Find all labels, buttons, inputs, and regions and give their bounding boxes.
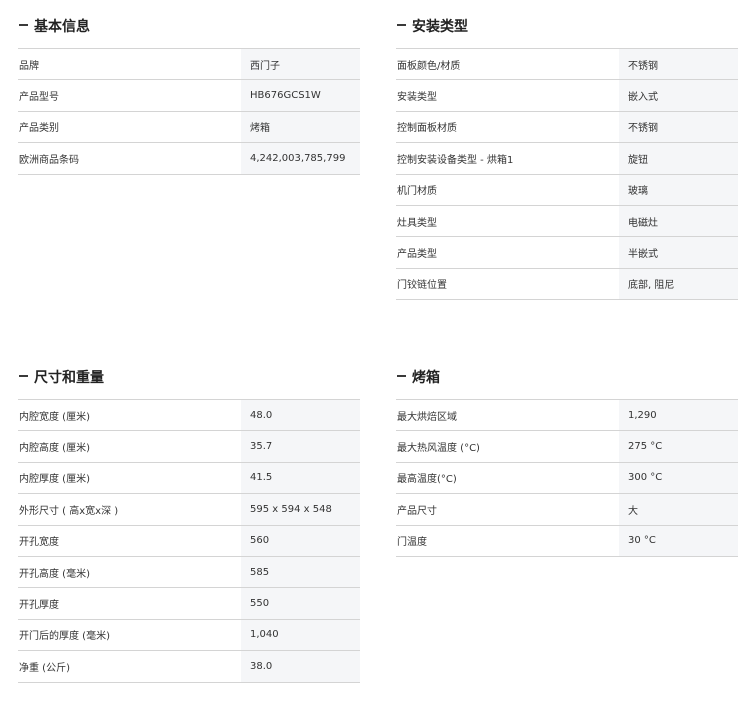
spec-label: 开门后的厚度 (毫米): [19, 631, 110, 643]
table-row: 门温度 30 °C: [396, 525, 738, 557]
spec-label: 机门材质: [397, 186, 437, 198]
installation-section: 安装类型 面板颜色/材质 不锈钢 安装类型 嵌入式 控制面板材质 不锈钢 控制安…: [396, 2, 738, 301]
spec-value: 底部, 阻尼: [619, 268, 738, 300]
table-row: 开孔厚度 550: [18, 588, 360, 620]
spec-label: 面板颜色/材质: [397, 60, 461, 72]
spec-label: 内腔宽度 (厘米): [19, 411, 90, 423]
spec-value: 半嵌式: [619, 237, 738, 268]
section-header: 尺寸和重量: [18, 353, 360, 399]
section-header: 基本信息: [18, 2, 360, 48]
spec-value: 不锈钢: [619, 111, 738, 143]
spec-label: 开孔厚度: [19, 600, 59, 612]
dash-icon: [19, 375, 28, 377]
spec-table: 品牌 西门子 产品型号 HB676GCS1W 产品类别 烤箱 欧洲商品条码 4,…: [18, 48, 360, 175]
section-title: 尺寸和重量: [34, 370, 104, 386]
spec-value: 585: [241, 556, 360, 588]
section-title: 烤箱: [412, 370, 440, 386]
spec-table: 最大烘焙区域 1,290 最大热风温度 (°C) 275 °C 最高温度(°C)…: [396, 399, 738, 557]
spec-label: 内腔高度 (厘米): [19, 443, 90, 455]
spec-label: 品牌: [19, 60, 39, 72]
table-row: 产品型号 HB676GCS1W: [18, 80, 360, 112]
spec-value: 1,290: [619, 400, 738, 431]
spec-value: 300 °C: [619, 462, 738, 494]
spec-label: 安装类型: [397, 92, 437, 104]
spec-value: 旋钮: [619, 143, 738, 174]
spec-label: 控制面板材质: [397, 123, 457, 135]
spec-label: 内腔厚度 (厘米): [19, 474, 90, 486]
spec-value: 30 °C: [619, 525, 738, 556]
dimensions-weight-section: 尺寸和重量 内腔宽度 (厘米) 48.0 内腔高度 (厘米) 35.7 内腔厚度…: [18, 353, 360, 683]
table-row: 产品类型 半嵌式: [396, 237, 738, 269]
spec-label: 门铰链位置: [397, 280, 447, 292]
table-row: 产品类别 烤箱: [18, 111, 360, 144]
section-header: 安装类型: [396, 2, 738, 48]
table-row: 内腔厚度 (厘米) 41.5: [18, 462, 360, 495]
spec-value: 不锈钢: [619, 49, 738, 80]
basic-info-section: 基本信息 品牌 西门子 产品型号 HB676GCS1W 产品类别 烤箱 欧洲商品…: [18, 2, 360, 175]
table-row: 面板颜色/材质 不锈钢: [396, 49, 738, 81]
spec-value: 嵌入式: [619, 80, 738, 111]
spec-value: 595 x 594 x 548: [241, 494, 360, 525]
spec-label: 外形尺寸 ( 高x宽x深 ): [19, 505, 119, 517]
spec-table: 面板颜色/材质 不锈钢 安装类型 嵌入式 控制面板材质 不锈钢 控制安装设备类型…: [396, 48, 738, 301]
dash-icon: [397, 24, 406, 26]
table-row: 净重 (公斤) 38.0: [18, 651, 360, 683]
table-row: 开孔高度 (毫米) 585: [18, 556, 360, 589]
spec-value: 560: [241, 525, 360, 556]
spec-value: 烤箱: [241, 111, 360, 143]
table-row: 最大热风温度 (°C) 275 °C: [396, 431, 738, 463]
spec-label: 净重 (公斤): [19, 662, 70, 674]
oven-section: 烤箱 最大烘焙区域 1,290 最大热风温度 (°C) 275 °C 最高温度(…: [396, 353, 738, 557]
spec-label: 开孔宽度: [19, 537, 59, 549]
table-row: 内腔宽度 (厘米) 48.0: [18, 400, 360, 432]
table-row: 控制安装设备类型 - 烘箱1 旋钮: [396, 143, 738, 175]
spec-value: 电磁灶: [619, 205, 738, 237]
table-row: 内腔高度 (厘米) 35.7: [18, 431, 360, 463]
spec-label: 最大烘焙区域: [397, 411, 457, 423]
table-row: 最大烘焙区域 1,290: [396, 400, 738, 432]
spec-value: 西门子: [241, 49, 360, 80]
table-row: 产品尺寸 大: [396, 494, 738, 526]
table-row: 外形尺寸 ( 高x宽x深 ) 595 x 594 x 548: [18, 494, 360, 526]
spec-label: 产品类型: [397, 249, 437, 261]
table-row: 最高温度(°C) 300 °C: [396, 462, 738, 495]
spec-value: 35.7: [241, 431, 360, 462]
table-row: 机门材质 玻璃: [396, 174, 738, 206]
spec-label: 产品类别: [19, 123, 59, 135]
spec-value: HB676GCS1W: [241, 80, 360, 111]
dash-icon: [397, 375, 406, 377]
spec-value: 玻璃: [619, 174, 738, 205]
spec-value: 1,040: [241, 619, 360, 651]
table-row: 欧洲商品条码 4,242,003,785,799: [18, 143, 360, 175]
spec-label: 灶具类型: [397, 217, 437, 229]
spec-value: 38.0: [241, 651, 360, 682]
table-row: 灶具类型 电磁灶: [396, 205, 738, 238]
spec-label: 最大热风温度 (°C): [397, 443, 480, 455]
table-row: 开门后的厚度 (毫米) 1,040: [18, 619, 360, 652]
spec-label: 欧洲商品条码: [19, 154, 79, 166]
table-row: 品牌 西门子: [18, 49, 360, 81]
spec-label: 门温度: [397, 537, 427, 549]
spec-value: 275 °C: [619, 431, 738, 462]
table-row: 门铰链位置 底部, 阻尼: [396, 268, 738, 301]
spec-value: 48.0: [241, 400, 360, 431]
table-row: 安装类型 嵌入式: [396, 80, 738, 112]
spec-label: 控制安装设备类型 - 烘箱1: [397, 154, 514, 166]
spec-value: 4,242,003,785,799: [241, 143, 360, 174]
section-title: 安装类型: [412, 19, 468, 35]
table-row: 控制面板材质 不锈钢: [396, 111, 738, 144]
section-header: 烤箱: [396, 353, 738, 399]
spec-label: 产品尺寸: [397, 505, 437, 517]
spec-label: 产品型号: [19, 92, 59, 104]
section-title: 基本信息: [34, 19, 90, 35]
spec-value: 大: [619, 494, 738, 525]
spec-value: 41.5: [241, 462, 360, 494]
spec-table: 内腔宽度 (厘米) 48.0 内腔高度 (厘米) 35.7 内腔厚度 (厘米) …: [18, 399, 360, 683]
table-row: 开孔宽度 560: [18, 525, 360, 557]
spec-value: 550: [241, 588, 360, 619]
dash-icon: [19, 24, 28, 26]
spec-label: 最高温度(°C): [397, 474, 457, 486]
spec-label: 开孔高度 (毫米): [19, 568, 90, 580]
